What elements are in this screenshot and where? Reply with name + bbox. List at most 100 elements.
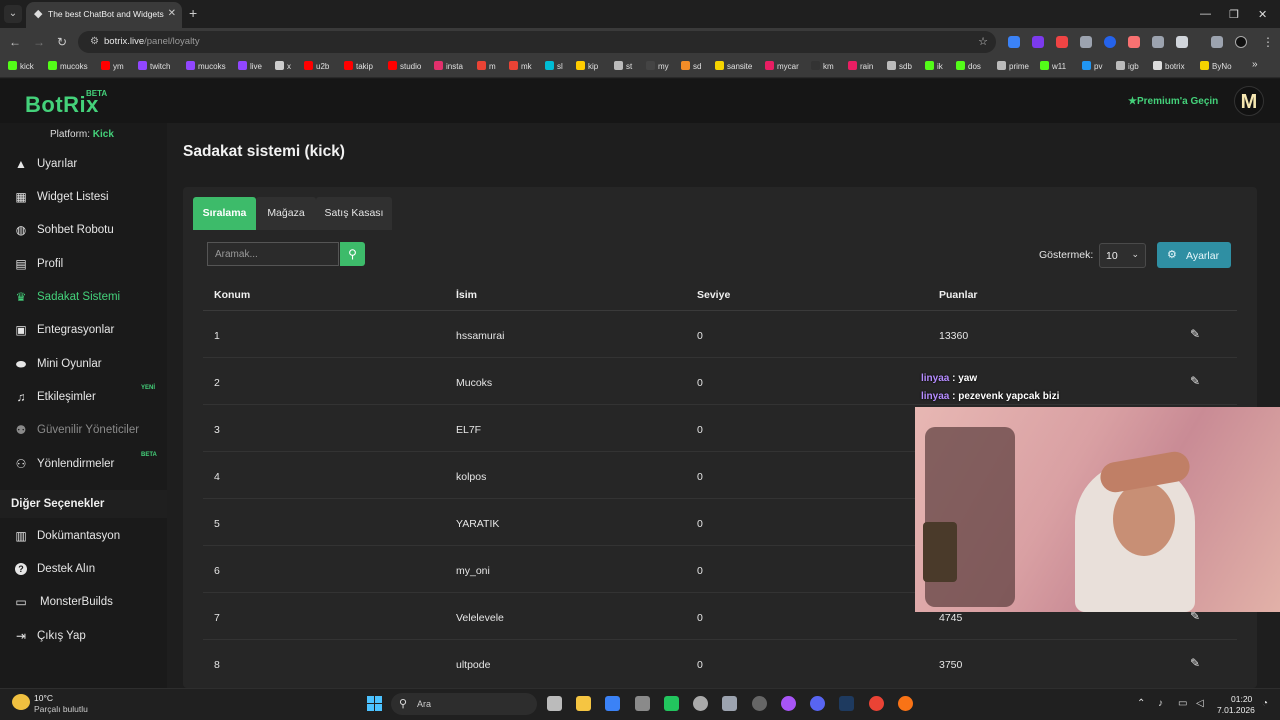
bookmark[interactable]: m [477, 61, 496, 71]
more-bookmarks-icon[interactable]: » [1252, 59, 1258, 70]
avatar[interactable]: M [1234, 86, 1264, 116]
sidebar-item-logout[interactable]: ⇥ Çıkış Yap [0, 622, 167, 652]
bookmark[interactable]: sdb [887, 61, 912, 71]
bookmark[interactable]: sd [681, 61, 701, 71]
bookmark[interactable]: insta [434, 61, 463, 71]
bookmark[interactable]: u2b [304, 61, 329, 71]
taskbar-time[interactable]: 01:20 [1231, 694, 1252, 704]
app-icon[interactable] [693, 696, 708, 711]
app-icon[interactable] [752, 696, 767, 711]
bookmark[interactable]: kick [8, 61, 34, 71]
new-tab-icon[interactable]: + [189, 6, 197, 20]
bookmark[interactable]: botrix [1153, 61, 1185, 71]
file-explorer-icon[interactable] [576, 696, 591, 711]
volume-icon[interactable]: ◁ [1196, 698, 1204, 709]
bookmark[interactable]: rain [848, 61, 873, 71]
firefox-icon[interactable] [898, 696, 913, 711]
bookmark[interactable]: km [811, 61, 834, 71]
search-button[interactable]: ⚲ [340, 242, 365, 266]
windows-start-icon[interactable] [367, 696, 382, 711]
bookmark[interactable]: mk [509, 61, 532, 71]
extensions-menu-icon[interactable] [1176, 36, 1188, 48]
column-header[interactable]: İsim [456, 289, 477, 301]
site-info-icon[interactable]: ⚙ [90, 36, 99, 47]
headset-app-icon[interactable] [664, 696, 679, 711]
maximize-icon[interactable]: ❐ [1229, 8, 1239, 21]
sidebar-item-redirects[interactable]: ⚇ Yönlendirmeler BETA [0, 450, 167, 480]
edit-pencil-icon[interactable]: ✎ [1188, 327, 1202, 341]
tab-ranking[interactable]: Sıralama [193, 197, 256, 230]
sidebar-item-mini-games[interactable]: ⬬ Mini Oyunlar [0, 350, 167, 380]
tab-search-icon[interactable]: ⌄ [4, 5, 22, 23]
sidebar-item-support[interactable]: ? Destek Alın [0, 555, 167, 585]
column-header[interactable]: Seviye [697, 289, 730, 301]
extension-icon[interactable] [1032, 36, 1044, 48]
chrome-icon[interactable] [869, 696, 884, 711]
bookmark[interactable]: sl [545, 61, 563, 71]
taskbar-search[interactable]: ⚲ Ara [391, 693, 537, 715]
bookmark[interactable]: takip [344, 61, 373, 71]
bookmark[interactable]: pv [1082, 61, 1102, 71]
discord-icon[interactable] [810, 696, 825, 711]
weather-description[interactable]: Parçalı bulutlu [34, 704, 88, 714]
app-icon[interactable] [781, 696, 796, 711]
bookmark[interactable]: studio [388, 61, 421, 71]
bookmark[interactable]: ik [925, 61, 943, 71]
settings-button[interactable]: ⚙ Ayarlar [1157, 242, 1231, 268]
bookmark[interactable]: twitch [138, 61, 170, 71]
profile-icon[interactable] [1235, 36, 1247, 48]
bookmark[interactable]: kip [576, 61, 598, 71]
window-close-icon[interactable]: ✕ [1258, 8, 1267, 21]
edit-pencil-icon[interactable]: ✎ [1188, 656, 1202, 670]
taskbar-date[interactable]: 7.01.2026 [1217, 705, 1255, 715]
bookmark[interactable]: w11 [1040, 61, 1066, 71]
bookmark[interactable]: st [614, 61, 632, 71]
sidebar-item-loyalty[interactable]: ♛ Sadakat Sistemi [0, 283, 167, 313]
sidebar-item-trusted-managers[interactable]: ⚉ Güvenilir Yöneticiler [0, 416, 167, 446]
browser-menu-icon[interactable]: ⋮ [1262, 35, 1274, 49]
search-input[interactable] [207, 242, 339, 266]
browser-tab[interactable]: ◆ The best ChatBot and Widgets ✕ [26, 2, 182, 28]
minimize-icon[interactable]: — [1200, 8, 1211, 20]
store-icon[interactable] [605, 696, 620, 711]
bookmark[interactable]: ByNo [1200, 61, 1232, 71]
show-count-select[interactable]: 10 ⌄ [1099, 243, 1146, 268]
edit-pencil-icon[interactable]: ✎ [1188, 374, 1202, 388]
weather-icon[interactable] [12, 694, 30, 710]
premium-link[interactable]: ★Premium'a Geçin [1128, 96, 1218, 107]
steam-icon[interactable] [839, 696, 854, 711]
extension-icon[interactable] [1008, 36, 1020, 48]
reload-icon[interactable]: ↻ [57, 35, 67, 49]
url-bar[interactable]: ⚙ botrix.live/panel/loyalty ☆ [78, 31, 996, 53]
bookmark[interactable]: my [646, 61, 669, 71]
column-header[interactable]: Puanlar [939, 289, 978, 301]
network-icon[interactable]: ▭ [1178, 698, 1187, 709]
sidebar-item-profile[interactable]: ▤ Profil [0, 250, 167, 280]
bookmark[interactable]: sansite [715, 61, 752, 71]
bookmark[interactable]: ym [101, 61, 124, 71]
bookmark[interactable]: mucoks [48, 61, 88, 71]
close-tab-icon[interactable]: ✕ [168, 8, 176, 19]
settings-app-icon[interactable] [635, 696, 650, 711]
bookmark[interactable]: live [238, 61, 262, 71]
extension-icon[interactable] [1128, 36, 1140, 48]
sidebar-item-interactions[interactable]: ♫ Etkileşimler YENİ [0, 383, 167, 413]
bookmark[interactable]: dos [956, 61, 981, 71]
tray-overflow-icon[interactable]: ⌃ [1137, 698, 1145, 709]
bookmark[interactable]: mucoks [186, 61, 226, 71]
weather-temperature[interactable]: 10°C [34, 693, 53, 703]
sidebar-item-documentation[interactable]: ▥ Dokümantasyon [0, 522, 167, 552]
microphone-icon[interactable]: ♪ [1158, 698, 1163, 709]
tab-list-icon[interactable] [1211, 36, 1223, 48]
extension-icon[interactable] [1104, 36, 1116, 48]
bookmark[interactable]: prime [997, 61, 1029, 71]
column-header[interactable]: Konum [214, 289, 250, 301]
app-icon[interactable] [722, 696, 737, 711]
bookmark[interactable]: mycar [765, 61, 799, 71]
bookmark[interactable]: igb [1116, 61, 1139, 71]
tab-shop[interactable]: Mağaza [256, 197, 316, 230]
sidebar-item-alerts[interactable]: ▲ Uyarılar [0, 150, 167, 180]
sidebar-item-integrations[interactable]: ▣ Entegrasyonlar [0, 316, 167, 346]
sidebar-item-monsterbuilds[interactable]: ▭ MonsterBuilds [0, 588, 167, 618]
notification-icon[interactable]: ◔ [1262, 698, 1268, 709]
